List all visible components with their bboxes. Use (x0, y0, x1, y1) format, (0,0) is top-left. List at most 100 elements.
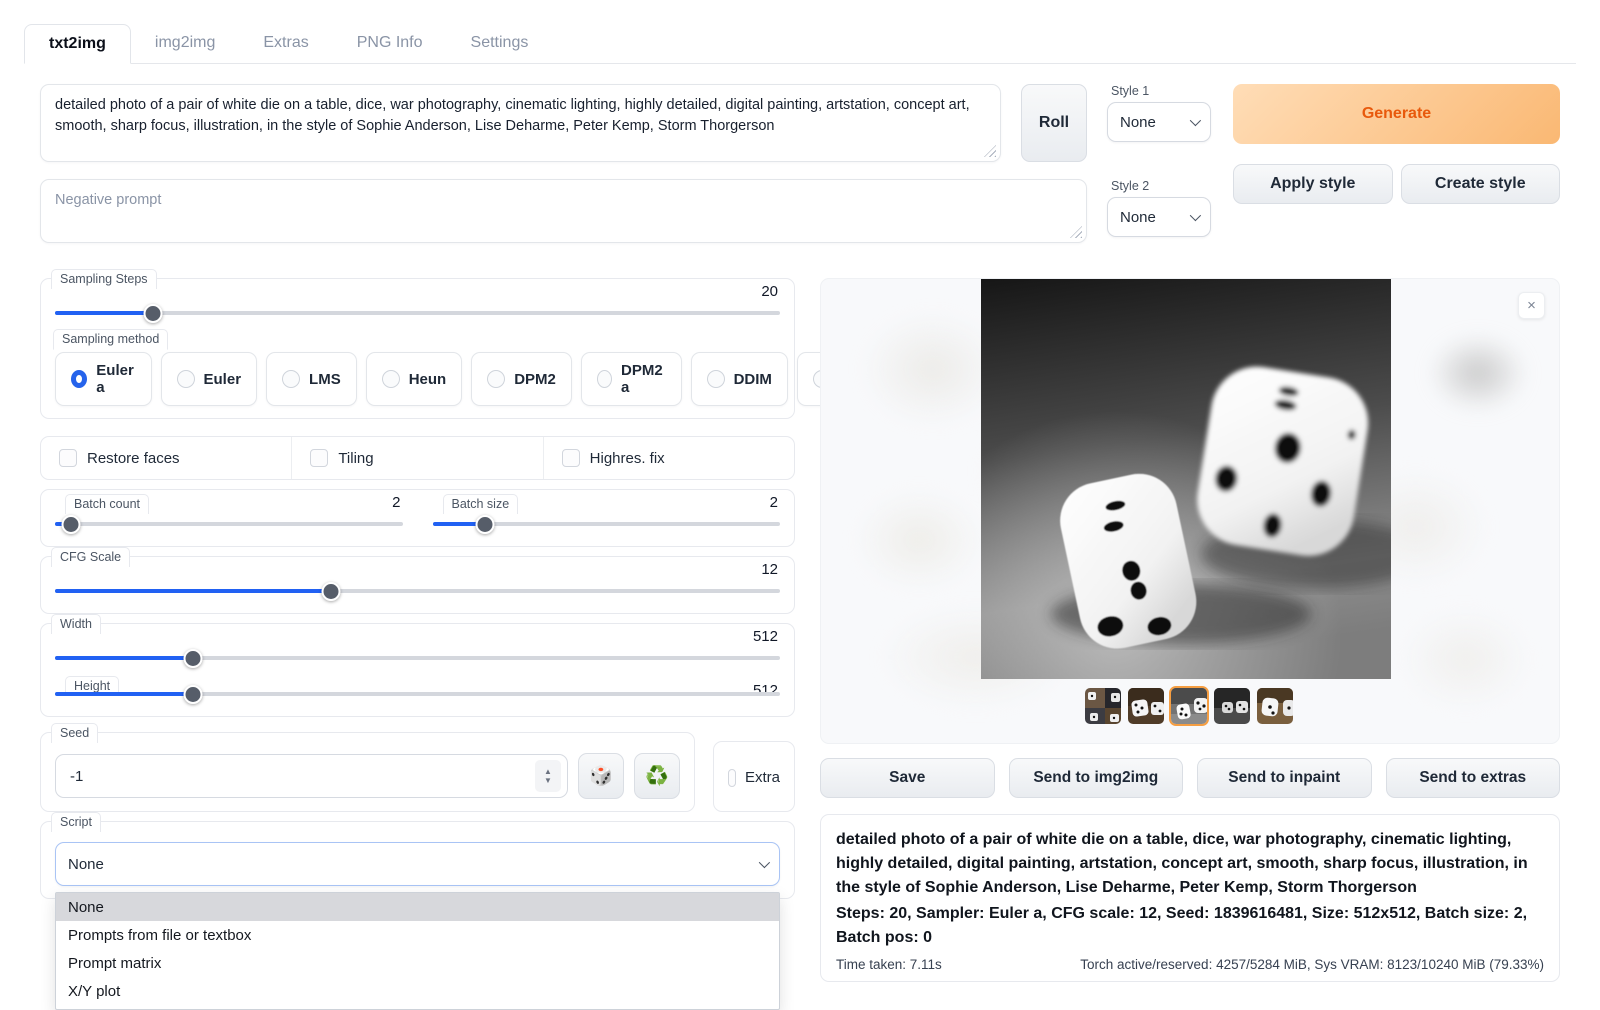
tab-bar: txt2img img2img Extras PNG Info Settings (24, 24, 1576, 64)
thumbnail-2[interactable] (1126, 686, 1166, 726)
script-option-prompt-matrix[interactable]: Prompt matrix (56, 949, 779, 977)
recycle-icon: ♻️ (645, 764, 669, 788)
style2-select[interactable]: None (1107, 197, 1211, 237)
thumbnail-3-selected[interactable] (1169, 686, 1209, 726)
width-slider-thumb[interactable] (183, 649, 202, 668)
stepper-down-icon[interactable]: ▼ (544, 777, 552, 785)
extra-seed-group[interactable]: Extra (713, 741, 795, 812)
radio-heun[interactable]: Heun (366, 352, 463, 406)
cfg-scale-value: 12 (761, 561, 778, 578)
style1-label: Style 1 (1107, 84, 1211, 102)
style2-label: Style 2 (1107, 179, 1211, 197)
txt2img-content: detailed photo of a pair of white die on… (24, 64, 1576, 982)
roll-button[interactable]: Roll (1021, 84, 1087, 162)
highres-fix-checkbox[interactable]: Highres. fix (543, 437, 794, 479)
sampling-method-radios: Euler a Euler LMS Heun (55, 352, 780, 406)
random-seed-button[interactable]: 🎲️ (578, 753, 624, 799)
batch-count-value: 2 (392, 494, 400, 511)
tiling-checkbox[interactable]: Tiling (291, 437, 542, 479)
checkbox-icon (728, 769, 736, 787)
radio-euler-a[interactable]: Euler a (55, 352, 152, 406)
close-icon[interactable]: × (1518, 292, 1545, 319)
width-value: 512 (753, 628, 778, 645)
radio-icon (707, 370, 725, 388)
send-to-extras-button[interactable]: Send to extras (1386, 758, 1561, 798)
reuse-seed-button[interactable]: ♻️ (634, 753, 680, 799)
cfg-scale-slider[interactable] (55, 581, 780, 601)
batch-size-label: Batch size (443, 494, 519, 514)
batch-group: Batch count 2 Batch size 2 (40, 489, 795, 547)
send-to-inpaint-button[interactable]: Send to inpaint (1197, 758, 1372, 798)
batch-size-block: Batch size 2 (433, 504, 781, 534)
cfg-scale-group: CFG Scale 12 (40, 556, 795, 614)
radio-dpm2-a[interactable]: DPM2 a (581, 352, 682, 406)
width-slider[interactable] (55, 648, 780, 668)
script-select[interactable]: None (55, 842, 780, 886)
apply-style-button[interactable]: Apply style (1233, 164, 1393, 204)
sampling-method-label: Sampling method (53, 329, 168, 350)
batch-size-value: 2 (770, 494, 778, 511)
batch-size-slider-thumb[interactable] (475, 515, 494, 534)
chevron-down-icon (1190, 115, 1201, 126)
checkbox-icon (59, 449, 77, 467)
radio-icon (282, 370, 300, 388)
thumbnail-5[interactable] (1255, 686, 1295, 726)
script-group: Script None None Prompts from file or te… (40, 821, 795, 899)
script-option-prompts-from-file[interactable]: Prompts from file or textbox (56, 921, 779, 949)
vram-stats-text: Torch active/reserved: 4257/5284 MiB, Sy… (1080, 957, 1544, 972)
save-button[interactable]: Save (820, 758, 995, 798)
seed-group: Seed ▲ ▼ 🎲️ ♻️ (40, 732, 695, 812)
thumbnail-1[interactable] (1083, 686, 1123, 726)
radio-ddim[interactable]: DDIM (691, 352, 788, 406)
seed-label: Seed (51, 723, 98, 743)
generation-info-panel: detailed photo of a pair of white die on… (820, 814, 1560, 982)
dimensions-group: Width 512 Height 512 (40, 623, 795, 717)
seed-input-wrap: ▲ ▼ (55, 754, 568, 798)
sampling-steps-label: Sampling Steps (51, 269, 157, 289)
negative-prompt-input[interactable] (40, 179, 1087, 243)
sampling-group: Sampling Steps 20 Sampling method Euler … (40, 278, 795, 419)
height-slider[interactable] (55, 684, 780, 704)
style1-select[interactable]: None (1107, 102, 1211, 142)
tab-extras[interactable]: Extras (239, 24, 332, 63)
script-label: Script (51, 812, 101, 832)
seed-stepper[interactable]: ▲ ▼ (535, 760, 561, 792)
radio-lms[interactable]: LMS (266, 352, 357, 406)
tab-settings[interactable]: Settings (447, 24, 553, 63)
tab-txt2img[interactable]: txt2img (24, 24, 131, 64)
batch-count-block: Batch count 2 (55, 504, 403, 534)
script-option-xy-plot[interactable]: X/Y plot (56, 977, 779, 1005)
height-slider-thumb[interactable] (183, 685, 202, 704)
output-actions: Save Send to img2img Send to inpaint Sen… (820, 758, 1560, 798)
generated-image[interactable] (981, 279, 1391, 679)
tab-png-info[interactable]: PNG Info (333, 24, 447, 63)
thumbnail-4[interactable] (1212, 686, 1252, 726)
txt2img-app: txt2img img2img Extras PNG Info Settings… (24, 24, 1576, 982)
script-option-none[interactable]: None (56, 893, 779, 921)
cfg-scale-slider-thumb[interactable] (321, 582, 340, 601)
create-style-button[interactable]: Create style (1401, 164, 1561, 204)
radio-dpm2[interactable]: DPM2 (471, 352, 572, 406)
send-to-img2img-button[interactable]: Send to img2img (1009, 758, 1184, 798)
generate-button[interactable]: Generate (1233, 84, 1560, 144)
cfg-scale-label: CFG Scale (51, 547, 130, 567)
sampling-steps-slider[interactable] (55, 303, 780, 323)
toggles-group: Restore faces Tiling Highres. fix (40, 436, 795, 480)
batch-size-slider[interactable] (433, 514, 781, 534)
style1-value: None (1120, 114, 1156, 131)
checkbox-icon (310, 449, 328, 467)
batch-count-slider[interactable] (55, 514, 403, 534)
radio-euler[interactable]: Euler (161, 352, 258, 406)
sampling-steps-slider-thumb[interactable] (143, 304, 162, 323)
restore-faces-checkbox[interactable]: Restore faces (41, 437, 291, 479)
width-label: Width (51, 614, 101, 634)
batch-count-slider-thumb[interactable] (61, 515, 80, 534)
image-gallery: × (820, 278, 1560, 744)
radio-selected-icon (71, 370, 87, 388)
tab-img2img[interactable]: img2img (131, 24, 239, 63)
prompt-input[interactable]: detailed photo of a pair of white die on… (40, 84, 1001, 162)
seed-input[interactable] (56, 768, 535, 785)
stepper-up-icon[interactable]: ▲ (544, 768, 552, 776)
radio-icon (487, 370, 505, 388)
batch-count-label: Batch count (65, 494, 149, 514)
